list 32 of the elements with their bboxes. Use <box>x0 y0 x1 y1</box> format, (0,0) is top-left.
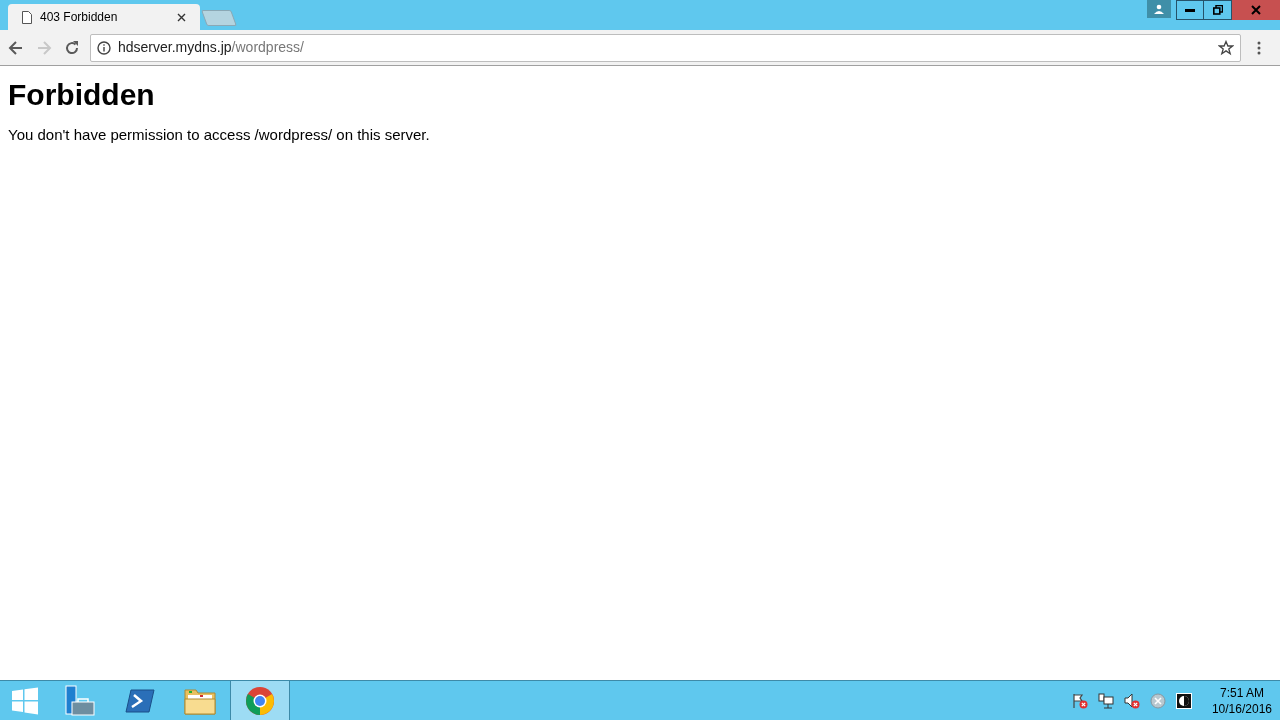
chrome-browser-icon <box>245 685 275 716</box>
clock-time[interactable]: 7:51 AM <box>1219 684 1264 701</box>
speaker-muted-icon[interactable] <box>1123 692 1140 709</box>
minimize-icon <box>1185 8 1195 12</box>
error-message: You don't have permission to access /wordpress/ on this server. <box>8 124 431 145</box>
info-icon <box>97 40 111 55</box>
person-icon <box>1154 4 1164 14</box>
star-icon[interactable] <box>1218 39 1234 56</box>
flag-error-icon[interactable] <box>1071 692 1088 709</box>
circle-x-icon[interactable] <box>1149 692 1166 709</box>
page-icon <box>22 10 32 24</box>
restore-icon <box>1212 5 1223 15</box>
server-toolbox-icon <box>64 684 96 717</box>
menu-icon[interactable] <box>1255 39 1263 56</box>
close-button[interactable] <box>1232 0 1280 20</box>
user-profile-button[interactable] <box>1147 0 1171 18</box>
windows-logo-icon <box>11 686 39 715</box>
folder-icon <box>184 686 216 715</box>
minimize-button[interactable] <box>1176 0 1204 20</box>
clock-date[interactable]: 10/16/2016 <box>1211 700 1272 717</box>
terminal-prompt-icon <box>125 687 155 714</box>
page-heading: Forbidden <box>8 77 156 113</box>
restore-button[interactable] <box>1204 0 1232 20</box>
address-bar[interactable]: hdserver.mydns.jp/wordpress/ <box>90 33 1241 62</box>
network-icon[interactable] <box>1097 692 1114 709</box>
browser-tab[interactable]: 403 Forbidden <box>8 4 200 30</box>
tab-title: 403 Forbidden <box>40 9 119 26</box>
close-tab-icon[interactable] <box>177 12 186 22</box>
url-text: hdserver.mydns.jp/wordpress/ <box>118 38 305 57</box>
half-circle-icon[interactable] <box>1175 692 1192 709</box>
close-icon <box>1251 5 1261 15</box>
taskbar-app-button[interactable] <box>230 681 290 720</box>
